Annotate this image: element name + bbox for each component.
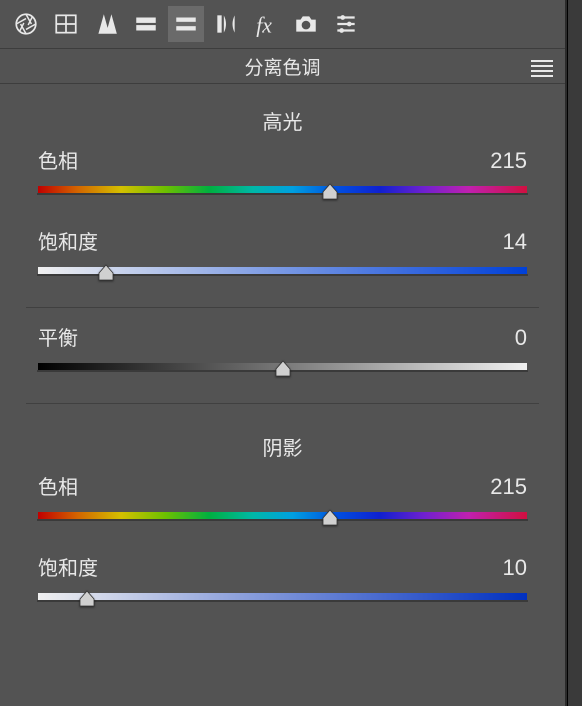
slider-label: 色相 [38,471,78,500]
slider-value[interactable]: 10 [467,555,527,581]
slider-label: 饱和度 [38,552,98,581]
slider-thumb[interactable] [78,589,96,607]
panel-menu-icon[interactable] [531,57,553,75]
split-toning-icon[interactable] [168,6,204,42]
slider-value[interactable]: 215 [467,148,527,174]
highlights-heading: 高光 [38,92,527,145]
divider [26,403,539,404]
detail-icon[interactable] [128,6,164,42]
shadows-heading: 阴影 [38,418,527,471]
slider-label: 色相 [38,145,78,174]
effects-icon[interactable]: fx [248,6,284,42]
slider-thumb[interactable] [321,508,339,526]
panel-title: 分离色调 [244,53,320,80]
highlights-saturation-slider[interactable]: 饱和度 14 [38,226,527,285]
slider-value[interactable]: 0 [467,325,527,351]
highlights-hue-slider[interactable]: 色相 215 [38,145,527,204]
presets-icon[interactable] [328,6,364,42]
slider-thumb[interactable] [321,182,339,200]
slider-label: 饱和度 [38,226,98,255]
balance-slider[interactable]: 平衡 0 [38,322,527,381]
grid-icon[interactable] [48,6,84,42]
right-edge [567,0,582,706]
camera-icon[interactable] [288,6,324,42]
slider-thumb[interactable] [97,263,115,281]
slider-thumb[interactable] [274,359,292,377]
slider-value[interactable]: 14 [467,229,527,255]
panel-tabs: fx [0,0,565,48]
svg-text:fx: fx [256,14,272,37]
shadows-saturation-slider[interactable]: 饱和度 10 [38,552,527,611]
divider [26,307,539,308]
sharpening-icon[interactable] [88,6,124,42]
panel-header: 分离色调 [0,48,565,84]
shadows-hue-slider[interactable]: 色相 215 [38,471,527,530]
slider-value[interactable]: 215 [467,474,527,500]
aperture-icon[interactable] [8,6,44,42]
lens-correction-icon[interactable] [208,6,244,42]
slider-label: 平衡 [38,322,78,351]
